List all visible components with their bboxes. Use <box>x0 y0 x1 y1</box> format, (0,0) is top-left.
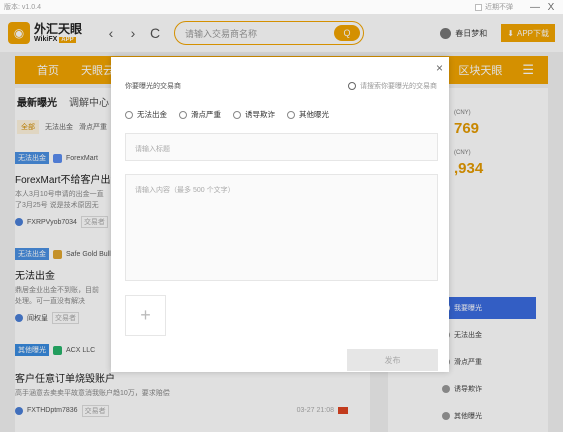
content-placeholder: 请输入内容（最多 500 个文字） <box>135 187 235 194</box>
publish-button[interactable]: 发布 <box>347 349 438 371</box>
close-window-button[interactable]: X <box>543 2 559 13</box>
title-placeholder: 请输入标题 <box>135 146 170 153</box>
radio-circle[interactable] <box>287 110 295 119</box>
exposure-modal: × 你要曝光的交易商 请搜索你要曝光的交易商 无法出金 滑点严重 诱导欺诈 其他… <box>111 57 449 372</box>
radio-label: 无法出金 <box>137 110 167 119</box>
window-titlebar: 版本: v1.0.4 近期不弹 — X <box>0 0 563 14</box>
version-label: 版本: v1.0.4 <box>4 4 41 11</box>
radio-label: 滑点严重 <box>191 110 221 119</box>
broker-search-input[interactable]: 请搜索你要曝光的交易商 <box>348 81 437 91</box>
radio-fraud[interactable]: 诱导欺诈 <box>233 109 275 120</box>
checkbox-icon[interactable] <box>475 3 482 11</box>
category-radio-group: 无法出金 滑点严重 诱导欺诈 其他曝光 <box>125 109 329 120</box>
modal-header: 你要曝光的交易商 请搜索你要曝光的交易商 <box>125 81 437 91</box>
minimize-button[interactable]: — <box>527 2 543 13</box>
radio-label: 其他曝光 <box>299 110 329 119</box>
radio-circle[interactable] <box>179 110 187 119</box>
image-upload-button[interactable]: + <box>125 295 166 336</box>
no-disturb-label: 近期不弹 <box>485 4 513 11</box>
radio-slippage[interactable]: 滑点严重 <box>179 109 221 120</box>
radio-withdraw[interactable]: 无法出金 <box>125 109 167 120</box>
broker-select-label: 你要曝光的交易商 <box>125 83 181 90</box>
radio-circle[interactable] <box>125 110 133 119</box>
broker-search-placeholder: 请搜索你要曝光的交易商 <box>360 83 437 90</box>
search-icon <box>348 82 356 90</box>
radio-other[interactable]: 其他曝光 <box>287 109 329 120</box>
close-icon[interactable]: × <box>436 61 443 75</box>
no-disturb-toggle[interactable]: 近期不弹 <box>475 2 513 12</box>
radio-circle[interactable] <box>233 110 241 119</box>
radio-label: 诱导欺诈 <box>245 110 275 119</box>
content-textarea[interactable]: 请输入内容（最多 500 个文字） <box>125 174 438 281</box>
title-field[interactable]: 请输入标题 <box>125 133 438 161</box>
